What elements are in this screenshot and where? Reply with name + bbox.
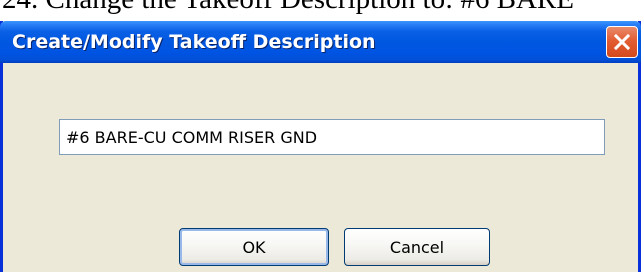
ok-button[interactable]: OK xyxy=(179,228,329,266)
close-button[interactable] xyxy=(606,26,638,58)
title-bar[interactable]: Create/Modify Takeoff Description xyxy=(0,21,641,63)
dialog-title: Create/Modify Takeoff Description xyxy=(12,31,376,53)
screenshot: 24. Change the Takeoff Description to: #… xyxy=(0,0,641,272)
takeoff-description-dialog: Create/Modify Takeoff Description OK Can… xyxy=(0,21,641,272)
takeoff-description-input[interactable] xyxy=(59,119,605,155)
close-icon xyxy=(613,33,631,51)
instruction-text: 24. Change the Takeoff Description to: #… xyxy=(2,0,574,18)
cancel-button[interactable]: Cancel xyxy=(344,228,490,266)
